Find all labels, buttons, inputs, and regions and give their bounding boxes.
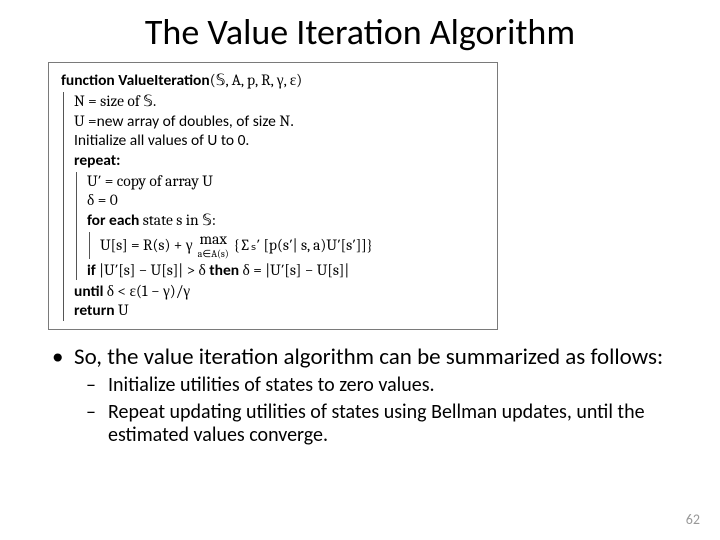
max-operator: max a∈A(s) — [198, 232, 229, 259]
algo-line-init: Initialize all values of U to 0. — [74, 131, 489, 150]
bullet-level2: – Initialize utilities of states to zero… — [86, 374, 700, 397]
then-body: δ = |U′[s] − U[s]| — [239, 261, 349, 279]
if-condition: |U′[s] − U[s]| > δ — [96, 261, 210, 279]
algo-body: N = size of 𝕊. U =new array of doubles, … — [63, 92, 489, 320]
return-line: return U — [74, 301, 489, 320]
algorithm-box: function ValueIteration(𝕊, A, p, R, γ, ε… — [48, 62, 498, 330]
repeat-body: U′ = copy of array U δ = 0 for each stat… — [76, 172, 489, 280]
bullet-level2: – Repeat updating utilities of states us… — [86, 401, 700, 447]
for-line: for each state s in 𝕊: — [87, 211, 489, 230]
algo-function-line: function ValueIteration(𝕊, A, p, R, γ, ε… — [61, 71, 489, 90]
bullet1-text: So, the value iteration algorithm can be… — [74, 344, 663, 370]
for-rest: state s in 𝕊: — [139, 211, 216, 229]
function-args: (𝕊, A, p, R, γ, ε) — [210, 71, 303, 89]
until-condition: δ < ε(1 − γ)/γ — [103, 282, 190, 300]
algo-line-N: N = size of 𝕊. — [74, 92, 489, 111]
algo-line-delta0: δ = 0 — [87, 191, 489, 210]
bellman-update-line: U[s] = R(s) + γ max a∈A(s) {∑ₛ′ [p(s′| s… — [100, 232, 489, 259]
function-name: ValueIteration — [118, 71, 209, 90]
slide: The Value Iteration Algorithm function V… — [0, 0, 720, 540]
max-subscript: a∈A(s) — [198, 249, 229, 259]
then-keyword: then — [209, 261, 239, 280]
max-text: max — [199, 232, 226, 248]
bullet-level1: • So, the value iteration algorithm can … — [52, 344, 700, 370]
bullet-dash-icon: – — [86, 374, 108, 397]
bullet-dot-icon: • — [52, 344, 74, 370]
slide-title: The Value Iteration Algorithm — [0, 0, 720, 60]
bullet2a-text: Initialize utilities of states to zero v… — [108, 374, 435, 397]
return-keyword: return — [74, 301, 115, 320]
eq-rhs: {∑ₛ′ [p(s′| s, a)U′[s′]]} — [234, 236, 373, 255]
algo-line-copy: U′ = copy of array U — [87, 172, 489, 191]
until-keyword: until — [74, 282, 103, 301]
bullet-list: • So, the value iteration algorithm can … — [0, 344, 720, 447]
until-line: until δ < ε(1 − γ)/γ — [74, 282, 489, 301]
bullet2b-text: Repeat updating utilities of states usin… — [108, 401, 700, 447]
function-keyword: function — [61, 71, 115, 90]
for-keyword: for each — [87, 211, 139, 230]
for-body: U[s] = R(s) + γ max a∈A(s) {∑ₛ′ [p(s′| s… — [89, 232, 489, 259]
return-value: U — [115, 301, 129, 319]
eq-lhs: U[s] = R(s) + γ — [100, 236, 193, 255]
if-keyword: if — [87, 261, 96, 280]
if-line: if |U′[s] − U[s]| > δ then δ = |U′[s] − … — [87, 261, 489, 280]
page-number: 62 — [686, 511, 700, 528]
bullet-dash-icon: – — [86, 401, 108, 447]
algo-line-U: U =new array of doubles, of size N. — [74, 112, 489, 131]
repeat-keyword: repeat: — [74, 151, 489, 170]
